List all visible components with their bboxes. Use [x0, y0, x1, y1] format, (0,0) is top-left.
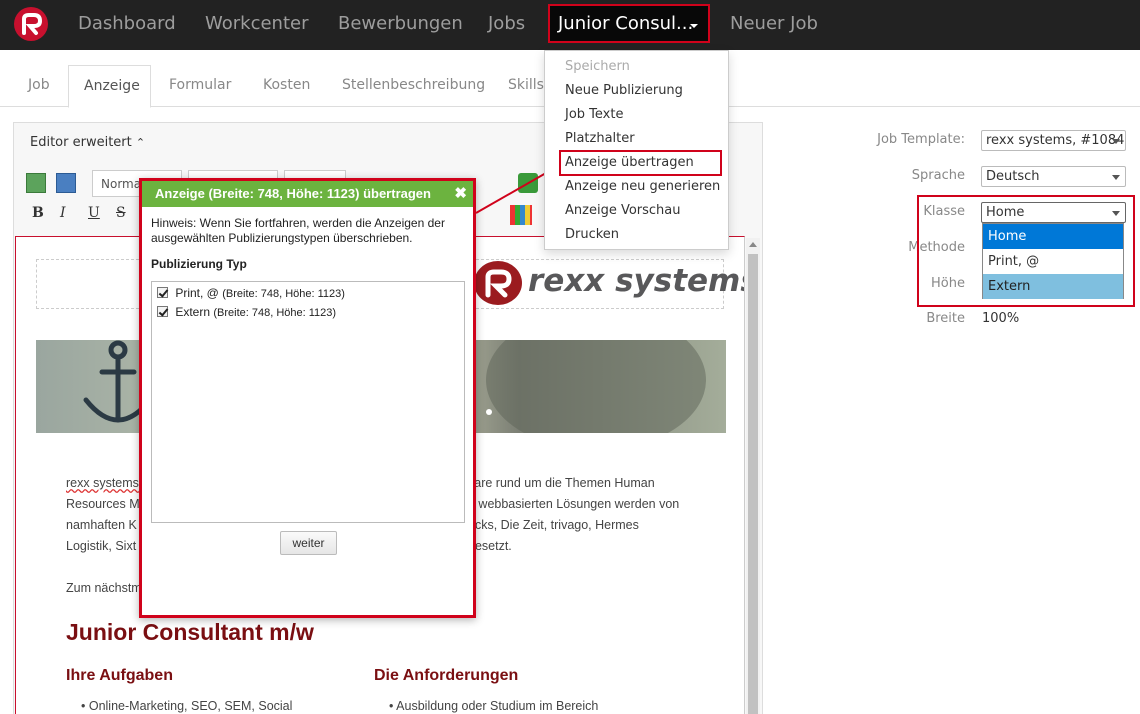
para-right-fragment: vare rund um die Themen Human e webbasie… — [468, 473, 728, 557]
job-title-heading: Junior Consultant m/w — [66, 619, 314, 645]
editor-toggle[interactable]: Editor erweitert ⌃ — [30, 135, 145, 150]
rexx-logo-text: rexx systems — [528, 263, 745, 299]
col1-heading: Ihre Aufgaben — [66, 667, 173, 684]
chevron-up-icon: ⌃ — [135, 136, 146, 149]
tab-skills[interactable]: Skills, — [508, 77, 548, 93]
menu-item-anzeige-uebertragen[interactable]: Anzeige übertragen — [565, 155, 694, 170]
pub-item-extern[interactable]: Extern (Breite: 748, Höhe: 1123) — [157, 305, 336, 319]
menu-item-anzeige-vorschau[interactable]: Anzeige Vorschau — [565, 203, 681, 218]
pub-type-heading: Publizierung Typ — [151, 257, 247, 271]
bullet-text: Online-Marketing, SEO, SEM, Social — [88, 699, 293, 713]
text-line: e webbasierten Lösungen werden von — [468, 497, 680, 511]
job-template-value: rexx systems, #1084 — [986, 133, 1125, 148]
format-select-value: Normal — [101, 177, 145, 191]
job-template-select[interactable]: rexx systems, #1084 — [981, 130, 1126, 151]
underline-icon[interactable]: U — [88, 205, 100, 221]
editor-scrollbar[interactable] — [746, 238, 760, 714]
nav-workcenter[interactable]: Workcenter — [205, 13, 309, 34]
col2-bullet: • Ausbildung oder Studium im Bereich — [389, 699, 599, 713]
bold-icon[interactable]: B — [32, 205, 44, 221]
sprache-label: Sprache — [911, 168, 965, 183]
pub-item-label: Print, @ — [175, 286, 219, 300]
breite-value: 100% — [982, 311, 1020, 326]
editor-header-label: Editor erweitert — [30, 135, 132, 150]
text-line: vare rund um die Themen Human — [468, 476, 655, 490]
menu-item-speichern: Speichern — [565, 59, 630, 74]
caret-down-icon — [690, 24, 698, 28]
image-icon[interactable] — [56, 173, 76, 193]
modal-title: Anzeige (Breite: 748, Höhe: 1123) übertr… — [155, 186, 431, 201]
tab-job[interactable]: Job — [28, 77, 50, 93]
close-icon[interactable]: ✖ — [454, 184, 467, 202]
checkbox-checked-icon[interactable] — [157, 287, 168, 298]
scroll-thumb[interactable] — [748, 254, 758, 714]
col2-heading: Die Anforderungen — [374, 667, 519, 684]
transfer-modal: Anzeige (Breite: 748, Höhe: 1123) übertr… — [139, 178, 476, 618]
new-document-icon[interactable] — [26, 173, 46, 193]
tab-anzeige[interactable]: Anzeige — [68, 65, 151, 108]
menu-item-drucken[interactable]: Drucken — [565, 227, 619, 242]
pub-item-print[interactable]: Print, @ (Breite: 748, Höhe: 1123) — [157, 286, 345, 300]
undo-icon[interactable] — [518, 173, 538, 193]
nav-current-job-label: Junior Consul... — [558, 13, 694, 34]
menu-item-anzeige-neu-generieren[interactable]: Anzeige neu generieren — [565, 179, 720, 194]
modal-header: Anzeige (Breite: 748, Höhe: 1123) übertr… — [142, 181, 473, 207]
chevron-down-icon — [1112, 139, 1120, 144]
menu-item-platzhalter[interactable]: Platzhalter — [565, 131, 635, 146]
job-template-label: Job Template: — [877, 132, 965, 147]
chevron-down-icon — [1112, 175, 1120, 180]
pub-item-detail: (Breite: 748, Höhe: 1123) — [222, 288, 345, 300]
nav-current-job-menu[interactable]: Junior Consul... — [548, 4, 710, 43]
modal-hint: Hinweis: Wenn Sie fortfahren, werden die… — [151, 216, 445, 245]
menu-item-job-texte[interactable]: Job Texte — [565, 107, 623, 122]
pub-item-label: Extern — [175, 305, 211, 319]
klasse-highlight-box — [917, 195, 1135, 307]
bullet-text: Ausbildung oder Studium im Bereich — [396, 699, 599, 713]
scroll-up-icon[interactable] — [749, 242, 757, 247]
checkbox-checked-icon[interactable] — [157, 306, 168, 317]
nav-new-job[interactable]: Neuer Job — [730, 13, 818, 34]
strikethrough-icon[interactable]: S — [116, 205, 126, 221]
job-actions-dropdown: Speichern Neue Publizierung Job Texte Pl… — [544, 50, 729, 250]
rexx-logo-icon — [474, 261, 522, 305]
pub-item-detail: (Breite: 748, Höhe: 1123) — [213, 307, 337, 319]
text-line: gesetzt. — [468, 539, 512, 553]
tab-anzeige-label: Anzeige — [84, 78, 140, 94]
menu-item-neue-publizierung[interactable]: Neue Publizierung — [565, 83, 683, 98]
tab-stellenbeschreibung[interactable]: Stellenbeschreibung — [342, 77, 485, 93]
sprache-value: Deutsch — [986, 169, 1040, 184]
sprache-select[interactable]: Deutsch — [981, 166, 1126, 187]
nav-dashboard[interactable]: Dashboard — [78, 13, 176, 34]
col1-bullet: • Online-Marketing, SEO, SEM, Social — [81, 699, 293, 713]
color-grid-icon[interactable] — [510, 205, 532, 225]
weiter-button[interactable]: weiter — [280, 531, 337, 555]
app-logo-icon[interactable] — [14, 7, 48, 41]
pub-type-list: Print, @ (Breite: 748, Höhe: 1123) Exter… — [151, 281, 465, 523]
breite-label: Breite — [926, 311, 965, 326]
italic-icon[interactable]: I — [60, 205, 66, 221]
top-navbar: Dashboard Workcenter Bewerbungen Jobs Ju… — [0, 0, 1140, 50]
nav-bewerbungen[interactable]: Bewerbungen — [338, 13, 463, 34]
tab-kosten[interactable]: Kosten — [263, 77, 310, 93]
nav-jobs[interactable]: Jobs — [488, 13, 525, 34]
tab-formular[interactable]: Formular — [169, 77, 231, 93]
text-line: ucks, Die Zeit, trivago, Hermes — [468, 518, 639, 532]
